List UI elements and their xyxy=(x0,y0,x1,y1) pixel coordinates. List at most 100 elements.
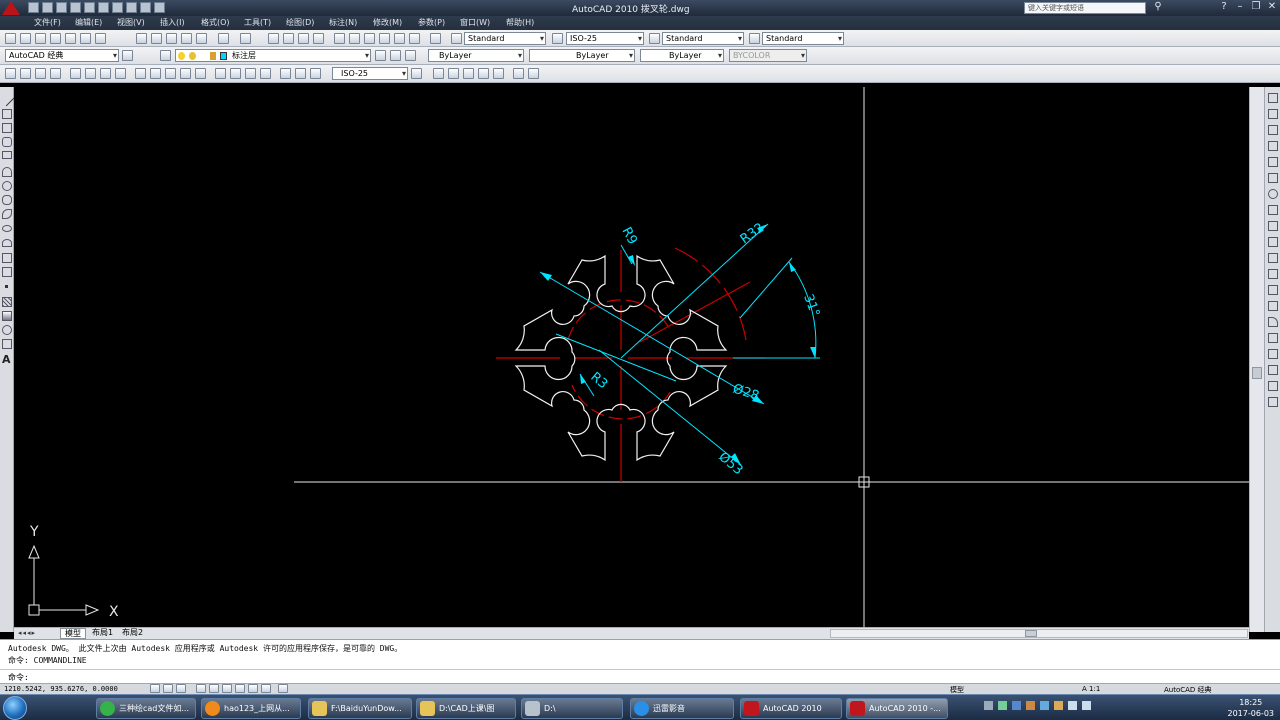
make-current-icon[interactable] xyxy=(375,50,386,61)
tools-icon[interactable] xyxy=(140,2,151,13)
sun-icon[interactable] xyxy=(189,52,196,60)
paste-icon[interactable] xyxy=(166,33,177,44)
rectangle-icon[interactable] xyxy=(2,151,12,159)
dim-style-manager-icon[interactable] xyxy=(411,68,422,79)
zoom-realtime-icon[interactable] xyxy=(283,33,294,44)
binoculars-icon[interactable]: ⚲ xyxy=(1150,1,1166,14)
table-style-select[interactable]: Standard xyxy=(662,32,744,45)
camera-icon[interactable] xyxy=(528,68,539,79)
properties-icon[interactable] xyxy=(334,33,345,44)
menu-tools[interactable]: 工具(T) xyxy=(244,17,271,28)
menu-edit[interactable]: 编辑(E) xyxy=(75,17,102,28)
tab-layout1[interactable]: 布局1 xyxy=(88,628,117,639)
ellipse-icon[interactable] xyxy=(2,225,12,232)
menu-parametric[interactable]: 参数(P) xyxy=(418,17,445,28)
continue-icon[interactable] xyxy=(165,68,176,79)
revcloud-icon[interactable] xyxy=(2,195,12,205)
tab-layout2[interactable]: 布局2 xyxy=(118,628,147,639)
inspect-icon[interactable] xyxy=(245,68,256,79)
search-input[interactable]: 键入关键字或短语 xyxy=(1024,2,1146,14)
workspace-settings-icon[interactable] xyxy=(122,50,133,61)
publish-icon[interactable] xyxy=(126,2,137,13)
start-button-icon[interactable] xyxy=(3,696,27,720)
tray-icon[interactable] xyxy=(1040,701,1049,710)
move-icon[interactable] xyxy=(1268,173,1278,183)
ortho-icon[interactable] xyxy=(176,684,186,693)
snap-icon[interactable] xyxy=(150,684,160,693)
minimize-button[interactable]: – xyxy=(1232,1,1248,14)
dim-update-icon[interactable] xyxy=(310,68,321,79)
design-center-icon[interactable] xyxy=(349,33,360,44)
erase-icon[interactable] xyxy=(1268,93,1278,103)
autocad-logo-icon[interactable] xyxy=(2,1,20,15)
menu-draw[interactable]: 绘图(D) xyxy=(286,17,314,28)
command-input[interactable]: 命令: xyxy=(0,669,1280,683)
fillet-icon[interactable] xyxy=(1268,317,1278,327)
hscroll-thumb[interactable] xyxy=(1025,630,1037,637)
tab-model[interactable]: 模型 xyxy=(60,628,86,639)
copy-icon[interactable] xyxy=(151,33,162,44)
grid-icon[interactable] xyxy=(163,684,173,693)
taskbar-item-1[interactable]: 三种绘cad文件如... xyxy=(96,698,196,719)
join-icon[interactable] xyxy=(1268,285,1278,295)
make-block-icon[interactable] xyxy=(2,267,12,277)
arc-icon[interactable] xyxy=(2,167,12,177)
copy-object-icon[interactable] xyxy=(1268,109,1278,119)
annotation-scale[interactable]: A 1:1 xyxy=(1082,685,1100,693)
zoom-previous-icon[interactable] xyxy=(313,33,324,44)
menu-dimension[interactable]: 标注(N) xyxy=(329,17,357,28)
block-editor-icon[interactable] xyxy=(196,33,207,44)
preview-icon[interactable] xyxy=(65,33,76,44)
polyline-icon[interactable] xyxy=(2,123,12,133)
insert-block-icon[interactable] xyxy=(2,253,12,263)
lightbulb-icon[interactable] xyxy=(178,52,185,60)
cut-icon[interactable] xyxy=(136,33,147,44)
view-bottom-icon[interactable] xyxy=(448,68,459,79)
line-icon[interactable] xyxy=(0,90,15,107)
tool-palettes-icon[interactable] xyxy=(364,33,375,44)
space-icon[interactable] xyxy=(180,68,191,79)
taskbar-item-8[interactable]: AutoCAD 2010 -... xyxy=(846,698,948,719)
construction-line-icon[interactable] xyxy=(2,109,12,119)
tray-icon[interactable] xyxy=(998,701,1007,710)
ordinate-icon[interactable] xyxy=(50,68,61,79)
taskbar-item-6[interactable]: 迅雷影音 xyxy=(630,698,734,719)
menu-insert[interactable]: 插入(I) xyxy=(160,17,185,28)
dim-text-edit-icon[interactable] xyxy=(295,68,306,79)
plot-icon[interactable] xyxy=(50,33,61,44)
layer-select[interactable]: 标注层 xyxy=(175,49,371,62)
table-icon[interactable] xyxy=(2,339,12,349)
plotstyle-select[interactable]: BYCOLOR xyxy=(729,49,807,62)
view-front-icon[interactable] xyxy=(493,68,504,79)
menu-modify[interactable]: 修改(M) xyxy=(373,17,402,28)
trim-icon[interactable] xyxy=(1268,237,1278,247)
radius-dim-icon[interactable] xyxy=(70,68,81,79)
otrack-icon[interactable] xyxy=(222,684,232,693)
baseline-icon[interactable] xyxy=(150,68,161,79)
menu-window[interactable]: 窗口(W) xyxy=(460,17,490,28)
drawing-canvas[interactable]: R9 R32 31° R3 Ø28 Ø53 Y X xyxy=(14,87,1249,627)
taskbar-item-3[interactable]: F:\BaiduYunDow... xyxy=(308,698,412,719)
break-at-point-icon[interactable] xyxy=(1268,269,1278,279)
explode-icon[interactable] xyxy=(1268,333,1278,343)
ellipse-arc-icon[interactable] xyxy=(2,239,12,247)
zoom-window-icon[interactable] xyxy=(298,33,309,44)
horizontal-scrollbar[interactable] xyxy=(830,629,1248,638)
linetype-select[interactable]: ByLayer xyxy=(529,49,635,62)
menu-help[interactable]: 帮助(H) xyxy=(506,17,534,28)
sheet-set-icon[interactable] xyxy=(379,33,390,44)
orbit-icon[interactable] xyxy=(513,68,524,79)
dyn-icon[interactable] xyxy=(248,684,258,693)
point-icon[interactable] xyxy=(5,285,8,288)
3d-print-icon[interactable] xyxy=(95,33,106,44)
text-style-select[interactable]: Standard xyxy=(464,32,546,45)
publish-icon[interactable] xyxy=(80,33,91,44)
volume-icon[interactable] xyxy=(1082,701,1091,710)
draworder-icon[interactable] xyxy=(1268,349,1278,359)
linear-dim-icon[interactable] xyxy=(5,68,16,79)
stretch-icon[interactable] xyxy=(1268,221,1278,231)
spline-icon[interactable] xyxy=(2,209,12,219)
send-back-icon[interactable] xyxy=(1268,381,1278,391)
tray-icon[interactable] xyxy=(1026,701,1035,710)
polar-icon[interactable] xyxy=(196,684,206,693)
